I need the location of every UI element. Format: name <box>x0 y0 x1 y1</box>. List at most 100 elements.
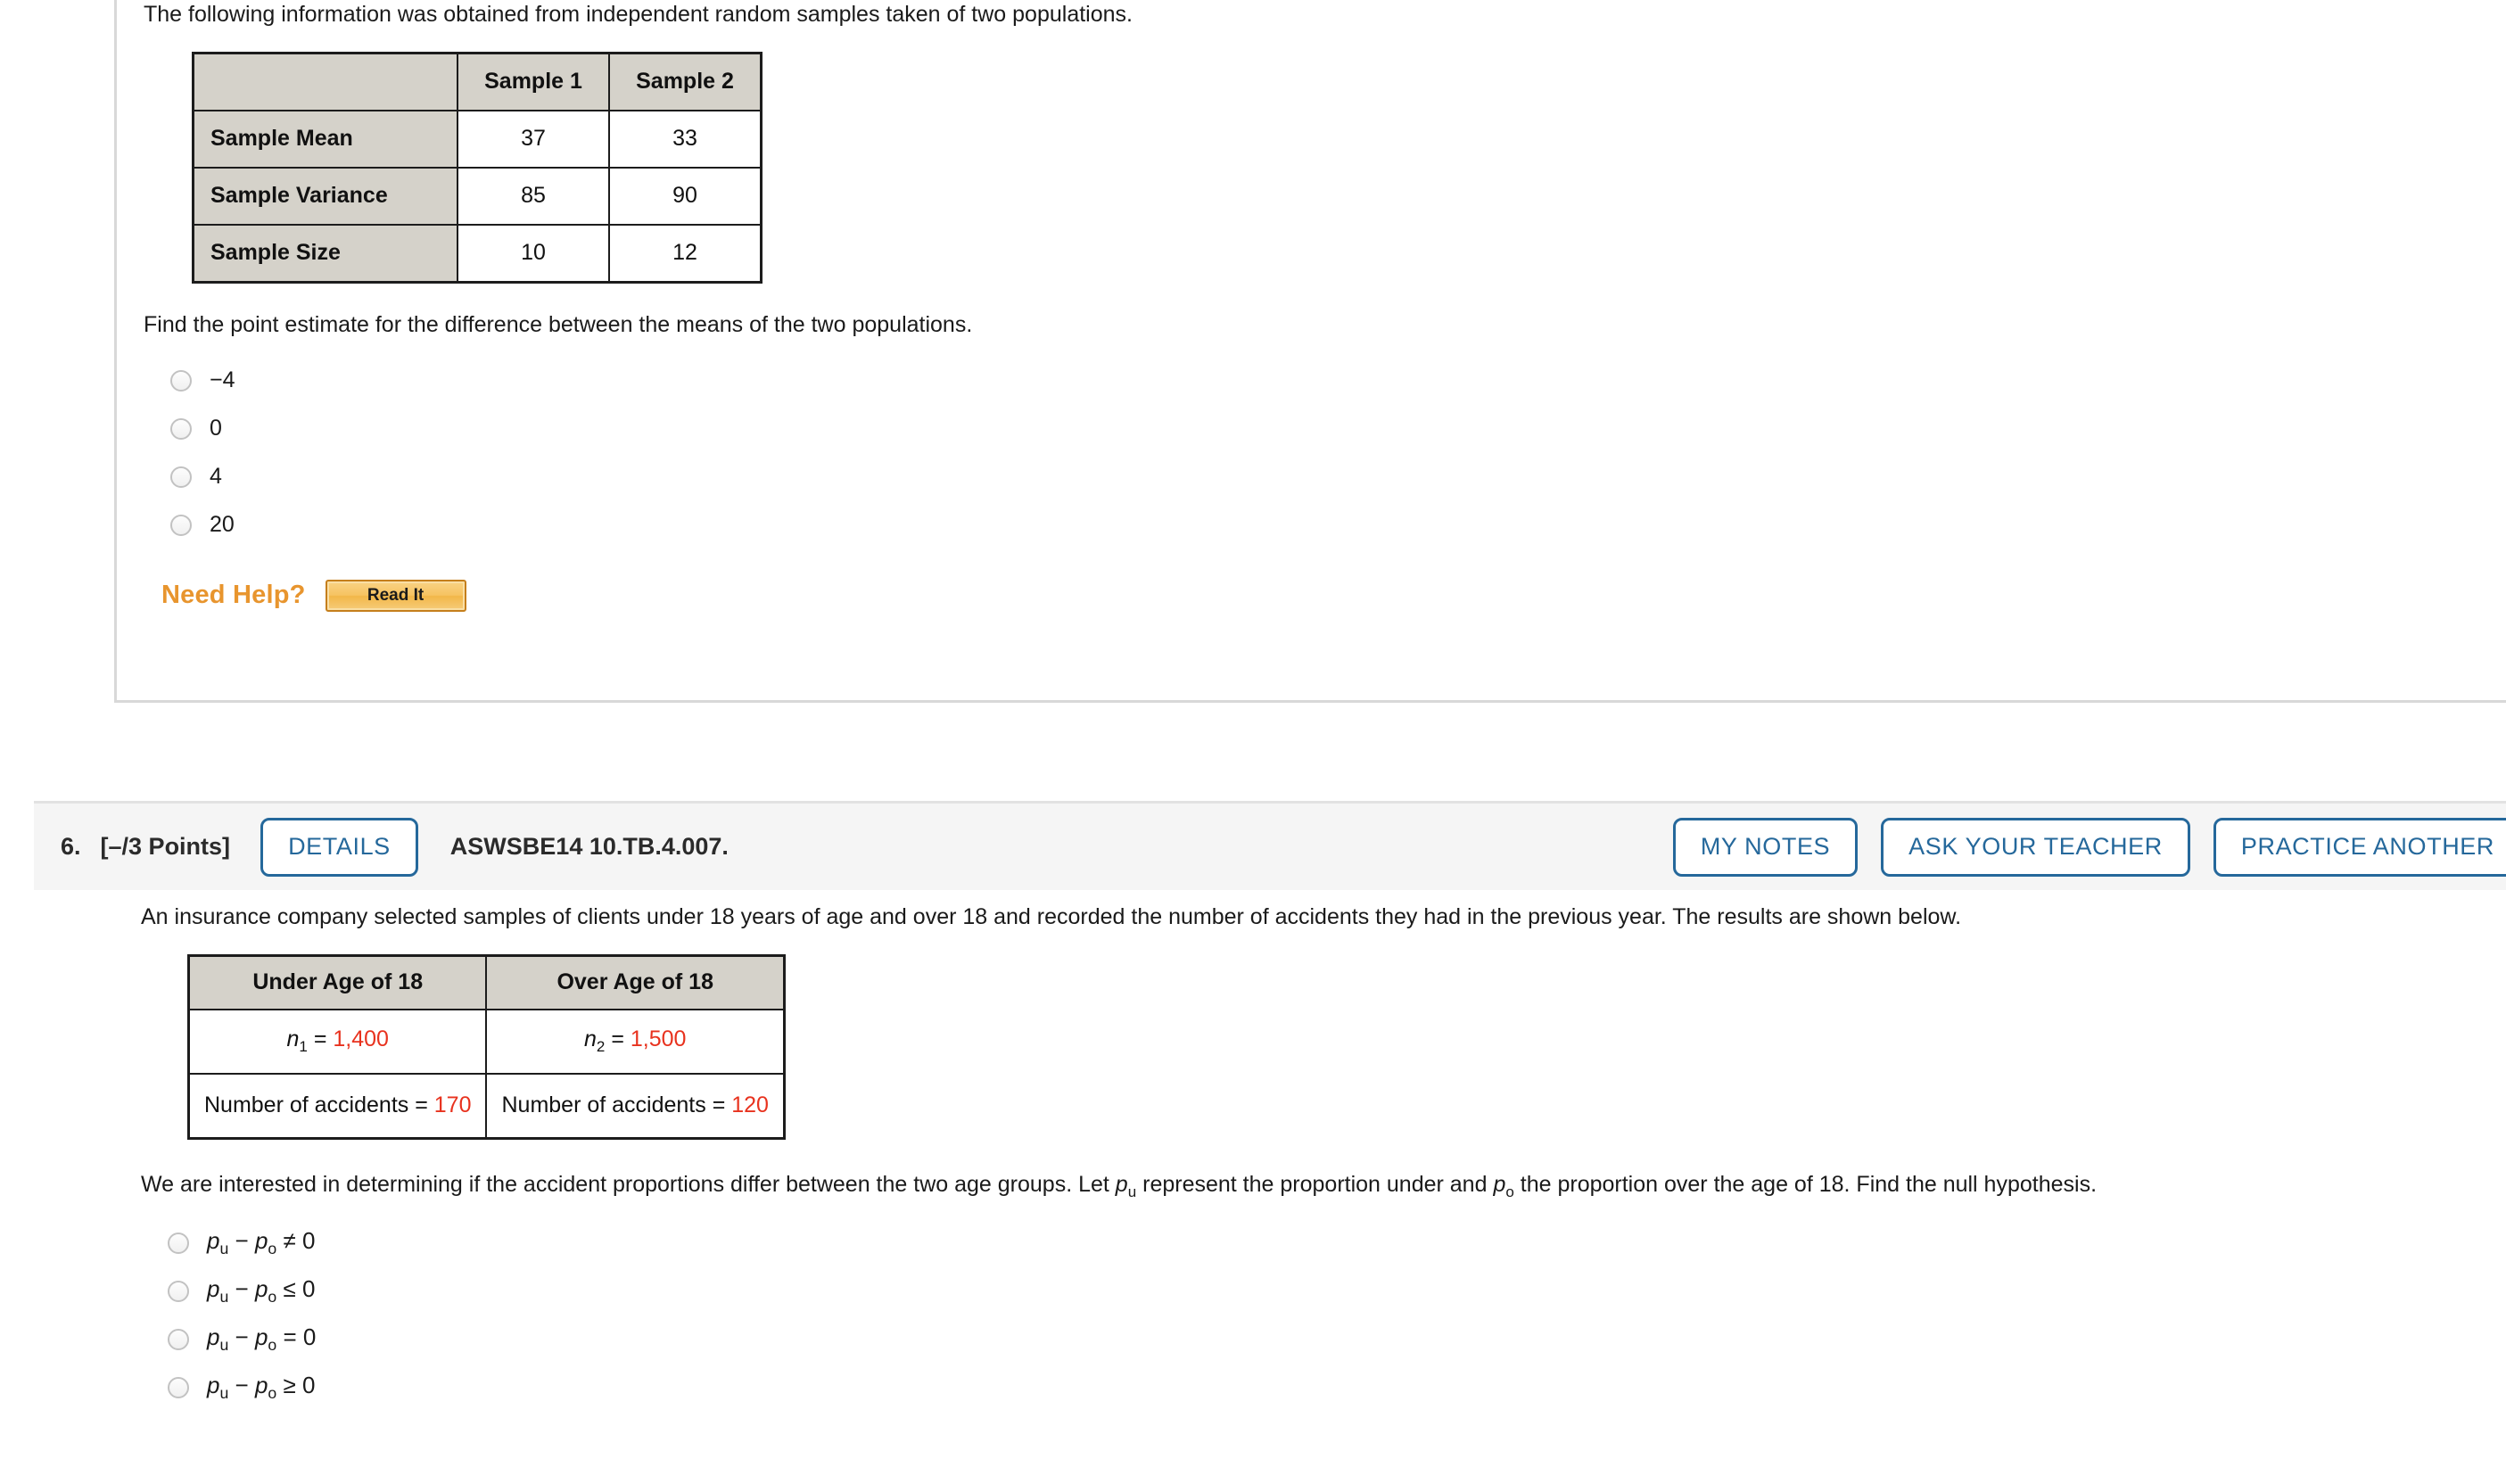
option-row[interactable]: 4 <box>170 453 2488 501</box>
subscript: u <box>219 1240 229 1258</box>
symbol-n1: n <box>286 1026 300 1051</box>
details-button[interactable]: DETAILS <box>260 817 418 877</box>
cell-sample-size-1: 10 <box>457 223 610 284</box>
column-header-under-18: Under Age of 18 <box>187 954 488 1010</box>
radio-button-icon[interactable] <box>170 369 192 392</box>
subscript: o <box>268 1384 277 1403</box>
subscript: o <box>268 1288 277 1307</box>
subscript: u <box>219 1336 229 1355</box>
option-label: −4 <box>210 367 235 392</box>
question-5-prompt: The following information was obtained f… <box>144 2 1133 27</box>
subscript-2: 2 <box>596 1038 606 1055</box>
read-it-button[interactable]: Read It <box>325 579 466 612</box>
relation: ≤ 0 <box>276 1275 316 1303</box>
column-header-sample-1: Sample 1 <box>457 52 610 111</box>
question-header-actions: MY NOTES ASK YOUR TEACHER PRACTICE ANOTH… <box>1672 817 2506 877</box>
symbol-p: p <box>254 1323 268 1351</box>
my-notes-button[interactable]: MY NOTES <box>1672 817 1859 877</box>
radio-button-icon[interactable] <box>170 417 192 440</box>
equals-sign: = <box>605 1026 631 1051</box>
table-row-header: Sample 1 Sample 2 <box>192 52 763 111</box>
symbol-p: p <box>254 1275 268 1303</box>
subscript-1: 1 <box>299 1038 308 1055</box>
radio-button-icon[interactable] <box>170 466 192 488</box>
paragraph-part-3: the proportion over the age of 18. Find … <box>1513 1171 2098 1197</box>
table-corner-cell <box>192 52 458 111</box>
symbol-p-u: p <box>1115 1171 1128 1197</box>
radio-button-icon[interactable] <box>168 1233 189 1254</box>
operator: − <box>228 1275 255 1303</box>
question-6-header-bar: 6. [–/3 Points] DETAILS ASWSBE14 10.TB.4… <box>34 801 2506 890</box>
column-header-over-18: Over Age of 18 <box>485 954 786 1010</box>
subscript-u: u <box>1127 1183 1137 1200</box>
option-row[interactable]: pu − po = 0 <box>168 1315 2506 1364</box>
equals-sign: = <box>307 1026 334 1051</box>
paragraph-part-2: represent the proportion under and <box>1136 1171 1494 1197</box>
question-points: [–/3 Points] <box>100 833 231 860</box>
option-row[interactable]: pu − po ≥ 0 <box>168 1364 2506 1412</box>
relation: ≥ 0 <box>276 1372 316 1399</box>
option-row[interactable]: 20 <box>170 501 2488 549</box>
symbol-p: p <box>207 1323 220 1351</box>
operator: − <box>228 1372 255 1399</box>
radio-button-icon[interactable] <box>168 1329 189 1350</box>
practice-another-button[interactable]: PRACTICE ANOTHER <box>2213 817 2506 877</box>
question-number: 6. <box>61 833 81 860</box>
cell-sample-mean-2: 33 <box>608 109 763 169</box>
column-header-sample-2: Sample 2 <box>608 52 763 111</box>
cell-sample-mean-1: 37 <box>457 109 610 169</box>
cell-sample-variance-1: 85 <box>457 166 610 226</box>
table-row-header: Under Age of 18 Over Age of 18 <box>187 954 786 1010</box>
cell-sample-size-2: 12 <box>608 223 763 284</box>
question-block-5: The following information was obtained f… <box>114 0 2506 703</box>
row-label-sample-mean: Sample Mean <box>192 109 458 169</box>
ask-your-teacher-button[interactable]: ASK YOUR TEACHER <box>1881 817 2190 877</box>
question-5-body: The following information was obtained f… <box>117 0 2506 612</box>
symbol-p: p <box>254 1227 268 1255</box>
operator: − <box>228 1323 255 1351</box>
option-label: 4 <box>210 464 222 489</box>
accidents-value-right: 120 <box>731 1092 769 1117</box>
table-row: Sample Mean 37 33 <box>192 109 763 169</box>
need-help-section: Need Help? Read It <box>144 579 2488 612</box>
radio-button-icon[interactable] <box>168 1281 189 1302</box>
option-row[interactable]: pu − po ≠ 0 <box>168 1219 2506 1267</box>
question-6-options: pu − po ≠ 0 pu − po ≤ 0 pu − po = 0 pu −… <box>141 1219 2506 1412</box>
table-row: Sample Variance 85 90 <box>192 166 763 226</box>
table-row: n1 = 1,400 n2 = 1,500 <box>187 1008 786 1075</box>
operator: − <box>228 1227 255 1255</box>
accidents-label-left: Number of accidents = <box>204 1092 434 1117</box>
question-6-sub-prompt: We are interested in determining if the … <box>141 1168 2388 1204</box>
row-label-sample-size: Sample Size <box>192 223 458 284</box>
symbol-p: p <box>207 1227 220 1255</box>
accidents-table: Under Age of 18 Over Age of 18 n1 = 1,40… <box>187 953 786 1140</box>
symbol-p: p <box>207 1372 220 1399</box>
option-label: pu − po = 0 <box>207 1323 316 1355</box>
paragraph-part-1: We are interested in determining if the … <box>141 1171 1116 1197</box>
cell-sample-size-over-18: n2 = 1,500 <box>485 1008 786 1075</box>
relation: ≠ 0 <box>276 1227 316 1255</box>
question-code: ASWSBE14 10.TB.4.007. <box>449 833 729 860</box>
subscript: u <box>219 1384 229 1403</box>
accidents-value-left: 170 <box>433 1092 472 1117</box>
question-5-options: −4 0 4 20 <box>144 357 2488 549</box>
option-label: 0 <box>210 416 222 441</box>
symbol-n2: n <box>584 1026 597 1051</box>
table-row: Sample Size 10 12 <box>192 223 763 284</box>
option-row[interactable]: −4 <box>170 357 2488 405</box>
symbol-p: p <box>254 1372 268 1399</box>
cell-sample-variance-2: 90 <box>608 166 763 226</box>
option-row[interactable]: 0 <box>170 405 2488 453</box>
sample-statistics-table: Sample 1 Sample 2 Sample Mean 37 33 Samp… <box>192 51 763 284</box>
radio-button-icon[interactable] <box>168 1377 189 1398</box>
subscript: o <box>268 1240 277 1258</box>
option-label: pu − po ≠ 0 <box>207 1227 315 1258</box>
symbol-p-o: p <box>1493 1171 1506 1197</box>
subscript: o <box>268 1336 277 1355</box>
cell-accidents-over-18: Number of accidents = 120 <box>485 1072 786 1139</box>
option-row[interactable]: pu − po ≤ 0 <box>168 1267 2506 1315</box>
subscript: u <box>219 1288 229 1307</box>
radio-button-icon[interactable] <box>170 514 192 536</box>
cell-accidents-under-18: Number of accidents = 170 <box>187 1072 488 1139</box>
row-label-sample-variance: Sample Variance <box>192 166 458 226</box>
